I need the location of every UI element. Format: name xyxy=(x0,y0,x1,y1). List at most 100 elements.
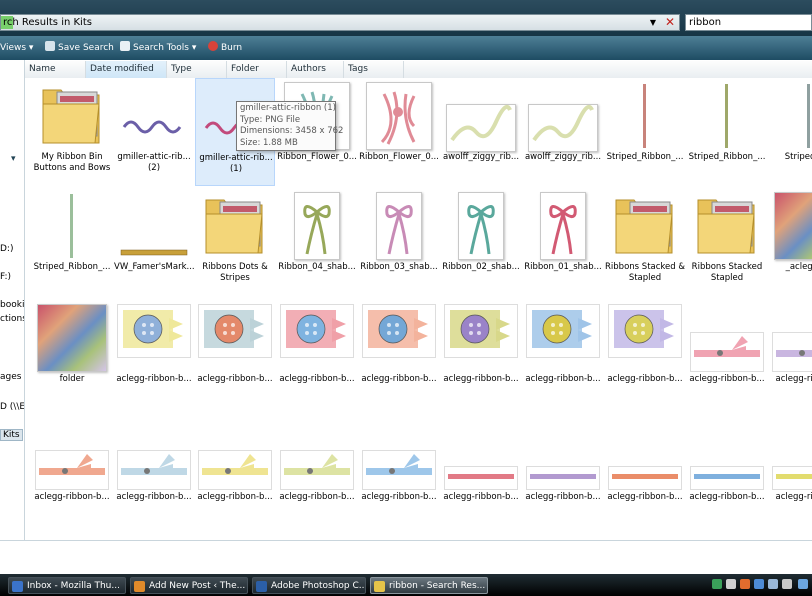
app-icon xyxy=(256,581,267,592)
file-item[interactable]: aclegg-ribbon-b xyxy=(769,418,812,526)
tray-update-icon[interactable] xyxy=(754,579,764,589)
file-item[interactable]: gmiller-attic-rib... (2) xyxy=(114,78,194,186)
file-item[interactable]: Ribbon_02_shab... xyxy=(441,188,521,296)
column-type[interactable]: Type xyxy=(167,61,227,78)
file-item[interactable]: Ribbons Stacked & Stapled xyxy=(605,188,685,296)
file-item[interactable]: Striped_Ribbon_... xyxy=(687,78,767,186)
address-dropdown-icon[interactable]: ▼ xyxy=(646,16,660,29)
file-item[interactable]: aclegg-ribbon-b... xyxy=(114,300,194,408)
nav-item-booking[interactable]: bookin xyxy=(0,300,24,310)
file-thumbnail xyxy=(608,304,682,372)
chevron-down-icon[interactable]: ▾ xyxy=(11,154,16,164)
file-label: Ribbons Stacked Stapled xyxy=(691,262,763,283)
column-headers: Name Date modified Type Folder Authors T… xyxy=(25,61,812,79)
nav-network-drive[interactable]: D (\\EF xyxy=(0,402,24,412)
file-item[interactable]: Striped_Ribbon_... xyxy=(32,188,112,296)
tooltip-type: Type: PNG File xyxy=(240,114,301,125)
taskbar: Inbox - Mozilla Thu... Add New Post ‹ The… xyxy=(0,574,812,596)
file-item[interactable]: aclegg-ribbon-b... xyxy=(605,418,685,526)
folder-icon xyxy=(37,82,107,150)
file-item[interactable]: aclegg-ribbon-b... xyxy=(441,418,521,526)
file-item[interactable]: aclegg-ribbon-b... xyxy=(359,300,439,408)
file-item[interactable]: aclegg-ribbon-b... xyxy=(605,300,685,408)
file-item[interactable]: My Ribbon Bin Buttons and Bows xyxy=(32,78,112,186)
column-tags[interactable]: Tags xyxy=(344,61,404,78)
file-item[interactable]: Ribbons Stacked Stapled xyxy=(687,188,767,296)
file-label: Ribbon_01_shab... xyxy=(524,262,602,272)
file-item[interactable]: aclegg-ribbon-b... xyxy=(195,300,275,408)
file-item[interactable]: aclegg-ribbon-b... xyxy=(441,300,521,408)
file-item[interactable]: aclegg-ribbon-b... xyxy=(195,418,275,526)
file-item[interactable]: Ribbon_01_shab... xyxy=(523,188,603,296)
file-item[interactable]: aclegg-ribbon-b... xyxy=(277,418,357,526)
file-item[interactable]: aclegg-ribbon-b... xyxy=(277,300,357,408)
file-label: aclegg-ribbon-b... xyxy=(689,374,765,384)
file-label: Ribbon_02_shab... xyxy=(442,262,520,272)
views-button[interactable]: Views ▾ xyxy=(0,41,33,55)
file-item[interactable]: Ribbon_Flower_0... xyxy=(359,78,439,186)
taskbar-button[interactable]: Inbox - Mozilla Thu... xyxy=(8,577,126,594)
search-input[interactable]: ribbon xyxy=(685,14,812,31)
file-thumbnail xyxy=(610,82,680,150)
tray-volume-icon[interactable] xyxy=(726,579,736,589)
file-item[interactable]: aclegg-ribbon-b... xyxy=(523,418,603,526)
file-item[interactable]: VW_Famer'sMark... xyxy=(114,188,194,296)
burn-button[interactable]: Burn xyxy=(208,41,242,55)
file-label: aclegg-ribbon-b... xyxy=(116,374,192,384)
tray-display-icon[interactable] xyxy=(768,579,778,589)
tray-speaker-icon[interactable] xyxy=(782,579,792,589)
tray-app-icon[interactable] xyxy=(740,579,750,589)
file-item[interactable]: awolff_ziggy_rib... xyxy=(441,78,521,186)
file-item[interactable]: aclegg-ribbon-b... xyxy=(523,300,603,408)
tray-network-icon[interactable] xyxy=(712,579,722,589)
file-item[interactable]: aclegg-ribbon-b... xyxy=(687,418,767,526)
taskbar-button[interactable]: ribbon - Search Res... xyxy=(370,577,488,594)
column-folder[interactable]: Folder xyxy=(227,61,287,78)
file-item[interactable]: aclegg-ribbon-b xyxy=(769,300,812,408)
file-label: aclegg-ribbon-b... xyxy=(525,492,601,502)
file-thumbnail xyxy=(35,422,109,490)
file-thumbnail xyxy=(772,422,812,490)
file-thumbnail xyxy=(364,82,434,150)
nav-item-kits[interactable]: Kits xyxy=(0,429,23,441)
file-label: aclegg-ribbon-b... xyxy=(443,374,519,384)
nav-item-images[interactable]: ages xyxy=(0,372,21,382)
address-bar[interactable]: rch Results in Kits ▼ ✕ xyxy=(0,14,680,31)
file-label: Striped_Ribbon_... xyxy=(33,262,111,272)
file-label: aclegg-ribbon-b... xyxy=(689,492,765,502)
command-toolbar: Views ▾ Save Search Search Tools ▾ Burn xyxy=(0,36,812,60)
file-label: Striped_Rib xyxy=(784,152,812,162)
file-item[interactable]: aclegg-ribbon-b... xyxy=(359,418,439,526)
file-item[interactable]: aclegg-ribbon-b... xyxy=(114,418,194,526)
address-path: rch Results in Kits xyxy=(3,17,92,28)
file-item[interactable]: aclegg-ribbon-b... xyxy=(687,300,767,408)
file-thumbnail xyxy=(690,304,764,372)
column-date-modified[interactable]: Date modified xyxy=(86,61,167,78)
nav-drive-d[interactable]: D:) xyxy=(0,244,13,254)
stop-search-icon[interactable]: ✕ xyxy=(663,16,677,29)
file-item[interactable]: _aclegg-rib xyxy=(769,188,812,296)
file-item[interactable]: awolff_ziggy_rib... xyxy=(523,78,603,186)
file-item[interactable]: Striped_Rib xyxy=(769,78,812,186)
file-thumbnail xyxy=(364,192,434,260)
file-item[interactable]: Ribbon_03_shab... xyxy=(359,188,439,296)
file-item[interactable]: Ribbon_04_shab... xyxy=(277,188,357,296)
search-tools-button[interactable]: Search Tools ▾ xyxy=(120,41,196,55)
folder-icon xyxy=(692,192,762,260)
file-item[interactable]: aclegg-ribbon-b... xyxy=(32,418,112,526)
column-name[interactable]: Name xyxy=(25,61,86,78)
nav-item-collections[interactable]: ctions, xyxy=(0,314,24,324)
top-bar: rch Results in Kits ▼ ✕ ribbon xyxy=(0,0,812,36)
file-label: aclegg-ribbon-b... xyxy=(197,492,273,502)
file-item[interactable]: Ribbons Dots & Stripes xyxy=(195,188,275,296)
taskbar-button[interactable]: Add New Post ‹ The... xyxy=(130,577,248,594)
tray-clock-icon[interactable] xyxy=(798,579,808,589)
column-authors[interactable]: Authors xyxy=(287,61,344,78)
nav-drive-f[interactable]: F:) xyxy=(0,272,11,282)
file-thumbnail xyxy=(528,82,598,152)
taskbar-button[interactable]: Adobe Photoshop C... xyxy=(252,577,366,594)
file-label: aclegg-ribbon-b... xyxy=(607,374,683,384)
save-search-button[interactable]: Save Search xyxy=(45,41,114,55)
file-item[interactable]: Striped_Ribbon_... xyxy=(605,78,685,186)
file-item[interactable]: folder xyxy=(32,300,112,408)
